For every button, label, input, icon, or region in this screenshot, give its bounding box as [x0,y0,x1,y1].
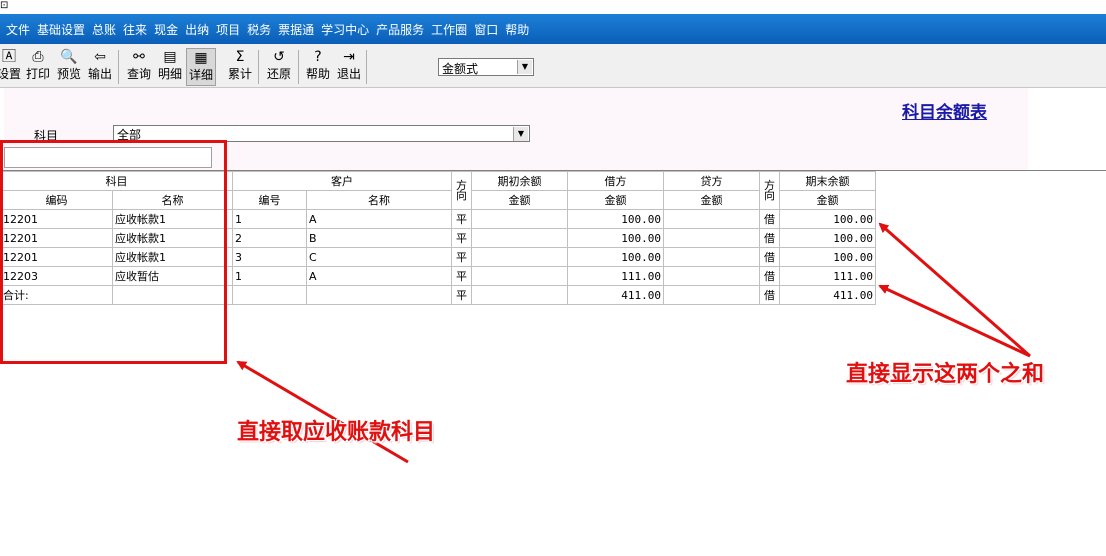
annotation-arrows [236,222,1031,464]
annotation-left-note: 直接取应收账款科目 [237,420,436,445]
arrow-left-annotation [236,360,409,464]
arrow-right-annotation-bottom [878,284,1031,358]
annotation-right-note: 直接显示这两个之和 [846,362,1045,387]
arrow-right-annotation-top [878,222,1031,358]
